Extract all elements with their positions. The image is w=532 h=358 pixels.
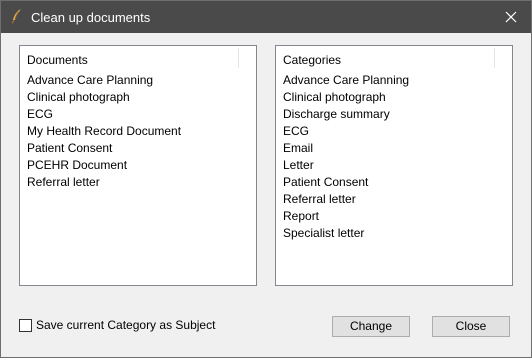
categories-header-label: Categories xyxy=(283,53,342,67)
save-category-label[interactable]: Save current Category as Subject xyxy=(36,318,215,332)
list-item[interactable]: Referral letter xyxy=(276,191,512,208)
quill-pen-icon xyxy=(9,8,25,26)
documents-list[interactable]: Documents Advance Care Planning Clinical… xyxy=(19,45,257,286)
window-title: Clean up documents xyxy=(31,10,151,25)
list-item[interactable]: Report xyxy=(276,208,512,225)
dialog-window: Clean up documents Documents Advance Car… xyxy=(0,0,532,358)
list-item[interactable]: Discharge summary xyxy=(276,106,512,123)
save-category-checkbox[interactable] xyxy=(19,318,32,332)
save-category-option[interactable]: Save current Category as Subject xyxy=(19,317,215,333)
list-item[interactable]: ECG xyxy=(276,123,512,140)
list-item[interactable]: Clinical photograph xyxy=(276,89,512,106)
documents-items: Advance Care Planning Clinical photograp… xyxy=(20,72,256,191)
categories-list[interactable]: Categories Advance Care Planning Clinica… xyxy=(275,45,513,286)
categories-items: Advance Care Planning Clinical photograp… xyxy=(276,72,512,242)
list-item[interactable]: Patient Consent xyxy=(276,174,512,191)
list-item[interactable]: ECG xyxy=(20,106,256,123)
column-divider[interactable] xyxy=(238,48,239,68)
list-item[interactable]: My Health Record Document xyxy=(20,123,256,140)
list-item[interactable]: Email xyxy=(276,140,512,157)
list-item[interactable]: Specialist letter xyxy=(276,225,512,242)
list-item[interactable]: Advance Care Planning xyxy=(276,72,512,89)
close-button[interactable]: Close xyxy=(432,316,510,337)
documents-column-header[interactable]: Documents xyxy=(20,46,256,70)
close-icon[interactable] xyxy=(491,1,531,33)
change-button[interactable]: Change xyxy=(332,316,410,337)
dialog-body: Documents Advance Care Planning Clinical… xyxy=(1,33,531,357)
list-item[interactable]: Patient Consent xyxy=(20,140,256,157)
column-divider[interactable] xyxy=(494,48,495,68)
list-item[interactable]: Referral letter xyxy=(20,174,256,191)
list-item[interactable]: Advance Care Planning xyxy=(20,72,256,89)
list-item[interactable]: PCEHR Document xyxy=(20,157,256,174)
documents-header-label: Documents xyxy=(27,53,88,67)
list-item[interactable]: Letter xyxy=(276,157,512,174)
categories-column-header[interactable]: Categories xyxy=(276,46,512,70)
title-bar[interactable]: Clean up documents xyxy=(1,1,531,33)
list-item[interactable]: Clinical photograph xyxy=(20,89,256,106)
